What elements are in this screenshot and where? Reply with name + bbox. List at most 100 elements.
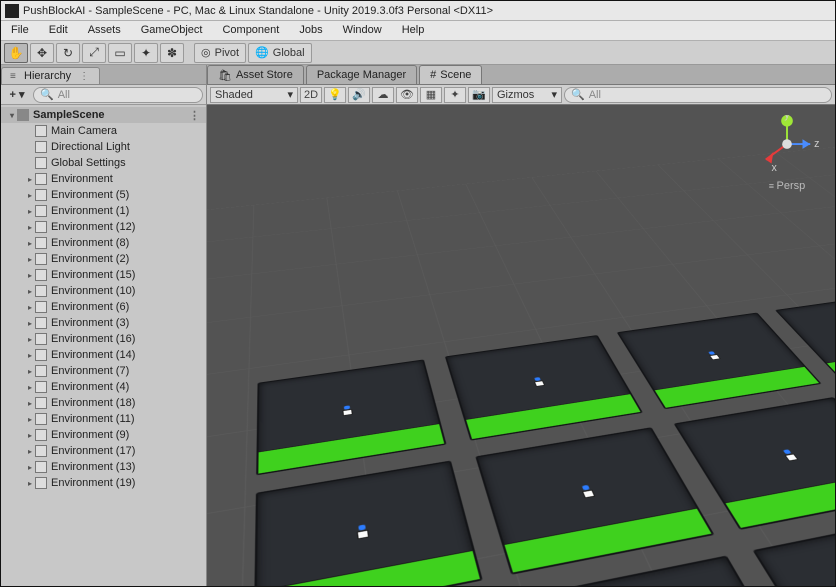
pivot-toggle[interactable]: ◎ Pivot [194, 43, 246, 63]
hierarchy-item[interactable]: Directional Light [1, 139, 206, 155]
scene-search-placeholder: All [589, 89, 601, 101]
hierarchy-item[interactable]: ▸Environment (7) [1, 363, 206, 379]
rotate-tool-button[interactable]: ↻ [56, 43, 80, 63]
hierarchy-scene-row[interactable]: ▾SampleScene⋮ [1, 107, 206, 123]
foldout-arrow-icon[interactable]: ▸ [25, 207, 35, 216]
hierarchy-item[interactable]: ▸Environment (17) [1, 443, 206, 459]
hierarchy-item[interactable]: ▸Environment (15) [1, 267, 206, 283]
hierarchy-item[interactable]: ▸Environment (10) [1, 283, 206, 299]
foldout-arrow-icon[interactable]: ▸ [25, 415, 35, 424]
foldout-arrow-icon[interactable]: ▸ [25, 399, 35, 408]
rect-tool-button[interactable]: ▭ [108, 43, 132, 63]
menu-item-edit[interactable]: Edit [39, 21, 78, 40]
scene-options-icon[interactable]: ⋮ [189, 109, 202, 122]
hierarchy-search-input[interactable]: 🔍 All [33, 87, 203, 103]
hierarchy-toolbar: + ▾ 🔍 All [1, 85, 206, 105]
search-icon: 🔍 [40, 88, 54, 101]
custom-tool-button[interactable]: ✽ [160, 43, 184, 63]
lighting-toggle[interactable]: 💡 [324, 87, 346, 103]
gameobject-icon [35, 173, 47, 185]
gizmos-dropdown[interactable]: Gizmos ▾ [492, 87, 562, 103]
hand-tool-button[interactable]: ✋ [4, 43, 28, 63]
hierarchy-item[interactable]: ▸Environment (4) [1, 379, 206, 395]
tab-package-manager[interactable]: Package Manager [306, 65, 417, 84]
gameobject-icon [35, 397, 47, 409]
hierarchy-item[interactable]: ▸Environment (2) [1, 251, 206, 267]
unity-logo-icon [5, 4, 19, 18]
scene-search-input[interactable]: 🔍 All [564, 87, 832, 103]
transform-tool-button[interactable]: ✦ [134, 43, 158, 63]
hierarchy-item[interactable]: ▸Environment (1) [1, 203, 206, 219]
menu-item-gameobject[interactable]: GameObject [131, 21, 213, 40]
move-tool-button[interactable]: ✥ [30, 43, 54, 63]
hierarchy-item[interactable]: ▸Environment (19) [1, 475, 206, 491]
audio-toggle[interactable]: 🔊 [348, 87, 370, 103]
global-toggle[interactable]: 🌐 Global [248, 43, 312, 63]
hierarchy-item[interactable]: ▸Environment (12) [1, 219, 206, 235]
foldout-arrow-icon[interactable]: ▸ [25, 271, 35, 280]
menu-item-file[interactable]: File [1, 21, 39, 40]
menu-item-component[interactable]: Component [212, 21, 289, 40]
hierarchy-item[interactable]: ▸Environment (9) [1, 427, 206, 443]
hierarchy-item[interactable]: ▸Environment [1, 171, 206, 187]
tab-asset-store[interactable]: 🛍 Asset Store [207, 65, 304, 84]
menu-item-jobs[interactable]: Jobs [289, 21, 332, 40]
hierarchy-item[interactable]: ▸Environment (8) [1, 235, 206, 251]
hierarchy-item[interactable]: ▸Environment (14) [1, 347, 206, 363]
hierarchy-tab-options-icon[interactable]: ⋮ [75, 71, 89, 82]
foldout-arrow-icon[interactable]: ▸ [25, 463, 35, 472]
chevron-down-icon: ▾ [551, 88, 557, 101]
hierarchy-item[interactable]: ▸Environment (13) [1, 459, 206, 475]
hierarchy-create-dropdown[interactable]: + ▾ [4, 87, 30, 103]
orientation-gizmo[interactable]: y z x ≡ Persp [753, 115, 821, 193]
foldout-arrow-icon[interactable]: ▸ [25, 287, 35, 296]
foldout-arrow-icon[interactable]: ▸ [25, 367, 35, 376]
shading-mode-dropdown[interactable]: Shaded ▾ [210, 87, 298, 103]
menu-item-help[interactable]: Help [392, 21, 435, 40]
gameobject-icon [35, 413, 47, 425]
foldout-arrow-icon[interactable]: ▸ [25, 431, 35, 440]
mode-2d-toggle[interactable]: 2D [300, 87, 322, 103]
hierarchy-item[interactable]: Main Camera [1, 123, 206, 139]
scene-toolbar: Shaded ▾ 2D 💡 🔊 ☁ 👁 ▦ ✦ 📷 Gizmos ▾ 🔍 All [207, 85, 835, 105]
fx-dropdown[interactable]: ☁ [372, 87, 394, 103]
projection-label[interactable]: ≡ Persp [753, 180, 821, 192]
scene-viewport[interactable]: y z x ≡ Persp [207, 105, 835, 586]
foldout-arrow-icon[interactable]: ▸ [25, 351, 35, 360]
foldout-arrow-icon[interactable]: ▸ [25, 383, 35, 392]
gameobject-icon [35, 141, 47, 153]
foldout-arrow-icon[interactable]: ▸ [25, 447, 35, 456]
hierarchy-item[interactable]: ▸Environment (6) [1, 299, 206, 315]
hierarchy-item[interactable]: Global Settings [1, 155, 206, 171]
foldout-arrow-icon[interactable]: ▸ [25, 303, 35, 312]
tab-hierarchy[interactable]: ≡ Hierarchy ⋮ [1, 67, 100, 84]
hierarchy-item[interactable]: ▸Environment (5) [1, 187, 206, 203]
grid-toggle[interactable]: ▦ [420, 87, 442, 103]
hierarchy-tree[interactable]: ▾SampleScene⋮Main CameraDirectional Ligh… [1, 105, 206, 586]
hierarchy-item[interactable]: ▸Environment (3) [1, 315, 206, 331]
goal-zone [725, 470, 835, 528]
environment-tile [256, 359, 446, 475]
foldout-arrow-icon[interactable]: ▸ [25, 479, 35, 488]
hierarchy-item[interactable]: ▸Environment (16) [1, 331, 206, 347]
foldout-arrow-icon[interactable]: ▸ [25, 191, 35, 200]
hierarchy-item[interactable]: ▸Environment (18) [1, 395, 206, 411]
foldout-arrow-icon[interactable]: ▸ [25, 255, 35, 264]
gameobject-icon [35, 381, 47, 393]
asset-store-icon: 🛍 [218, 69, 232, 82]
camera-dropdown[interactable]: 📷 [468, 87, 490, 103]
tab-scene[interactable]: # Scene [419, 65, 482, 84]
menu-item-assets[interactable]: Assets [78, 21, 131, 40]
scale-tool-button[interactable]: ⤢ [82, 43, 106, 63]
menu-item-window[interactable]: Window [333, 21, 392, 40]
foldout-arrow-icon[interactable]: ▸ [25, 319, 35, 328]
foldout-arrow-icon[interactable]: ▸ [25, 175, 35, 184]
foldout-arrow-icon[interactable]: ▾ [7, 111, 17, 120]
foldout-arrow-icon[interactable]: ▸ [25, 223, 35, 232]
foldout-arrow-icon[interactable]: ▸ [25, 335, 35, 344]
hidden-objects-toggle[interactable]: 👁 [396, 87, 418, 103]
hierarchy-item[interactable]: ▸Environment (11) [1, 411, 206, 427]
environment-tile [445, 335, 643, 441]
tools-dropdown[interactable]: ✦ [444, 87, 466, 103]
foldout-arrow-icon[interactable]: ▸ [25, 239, 35, 248]
